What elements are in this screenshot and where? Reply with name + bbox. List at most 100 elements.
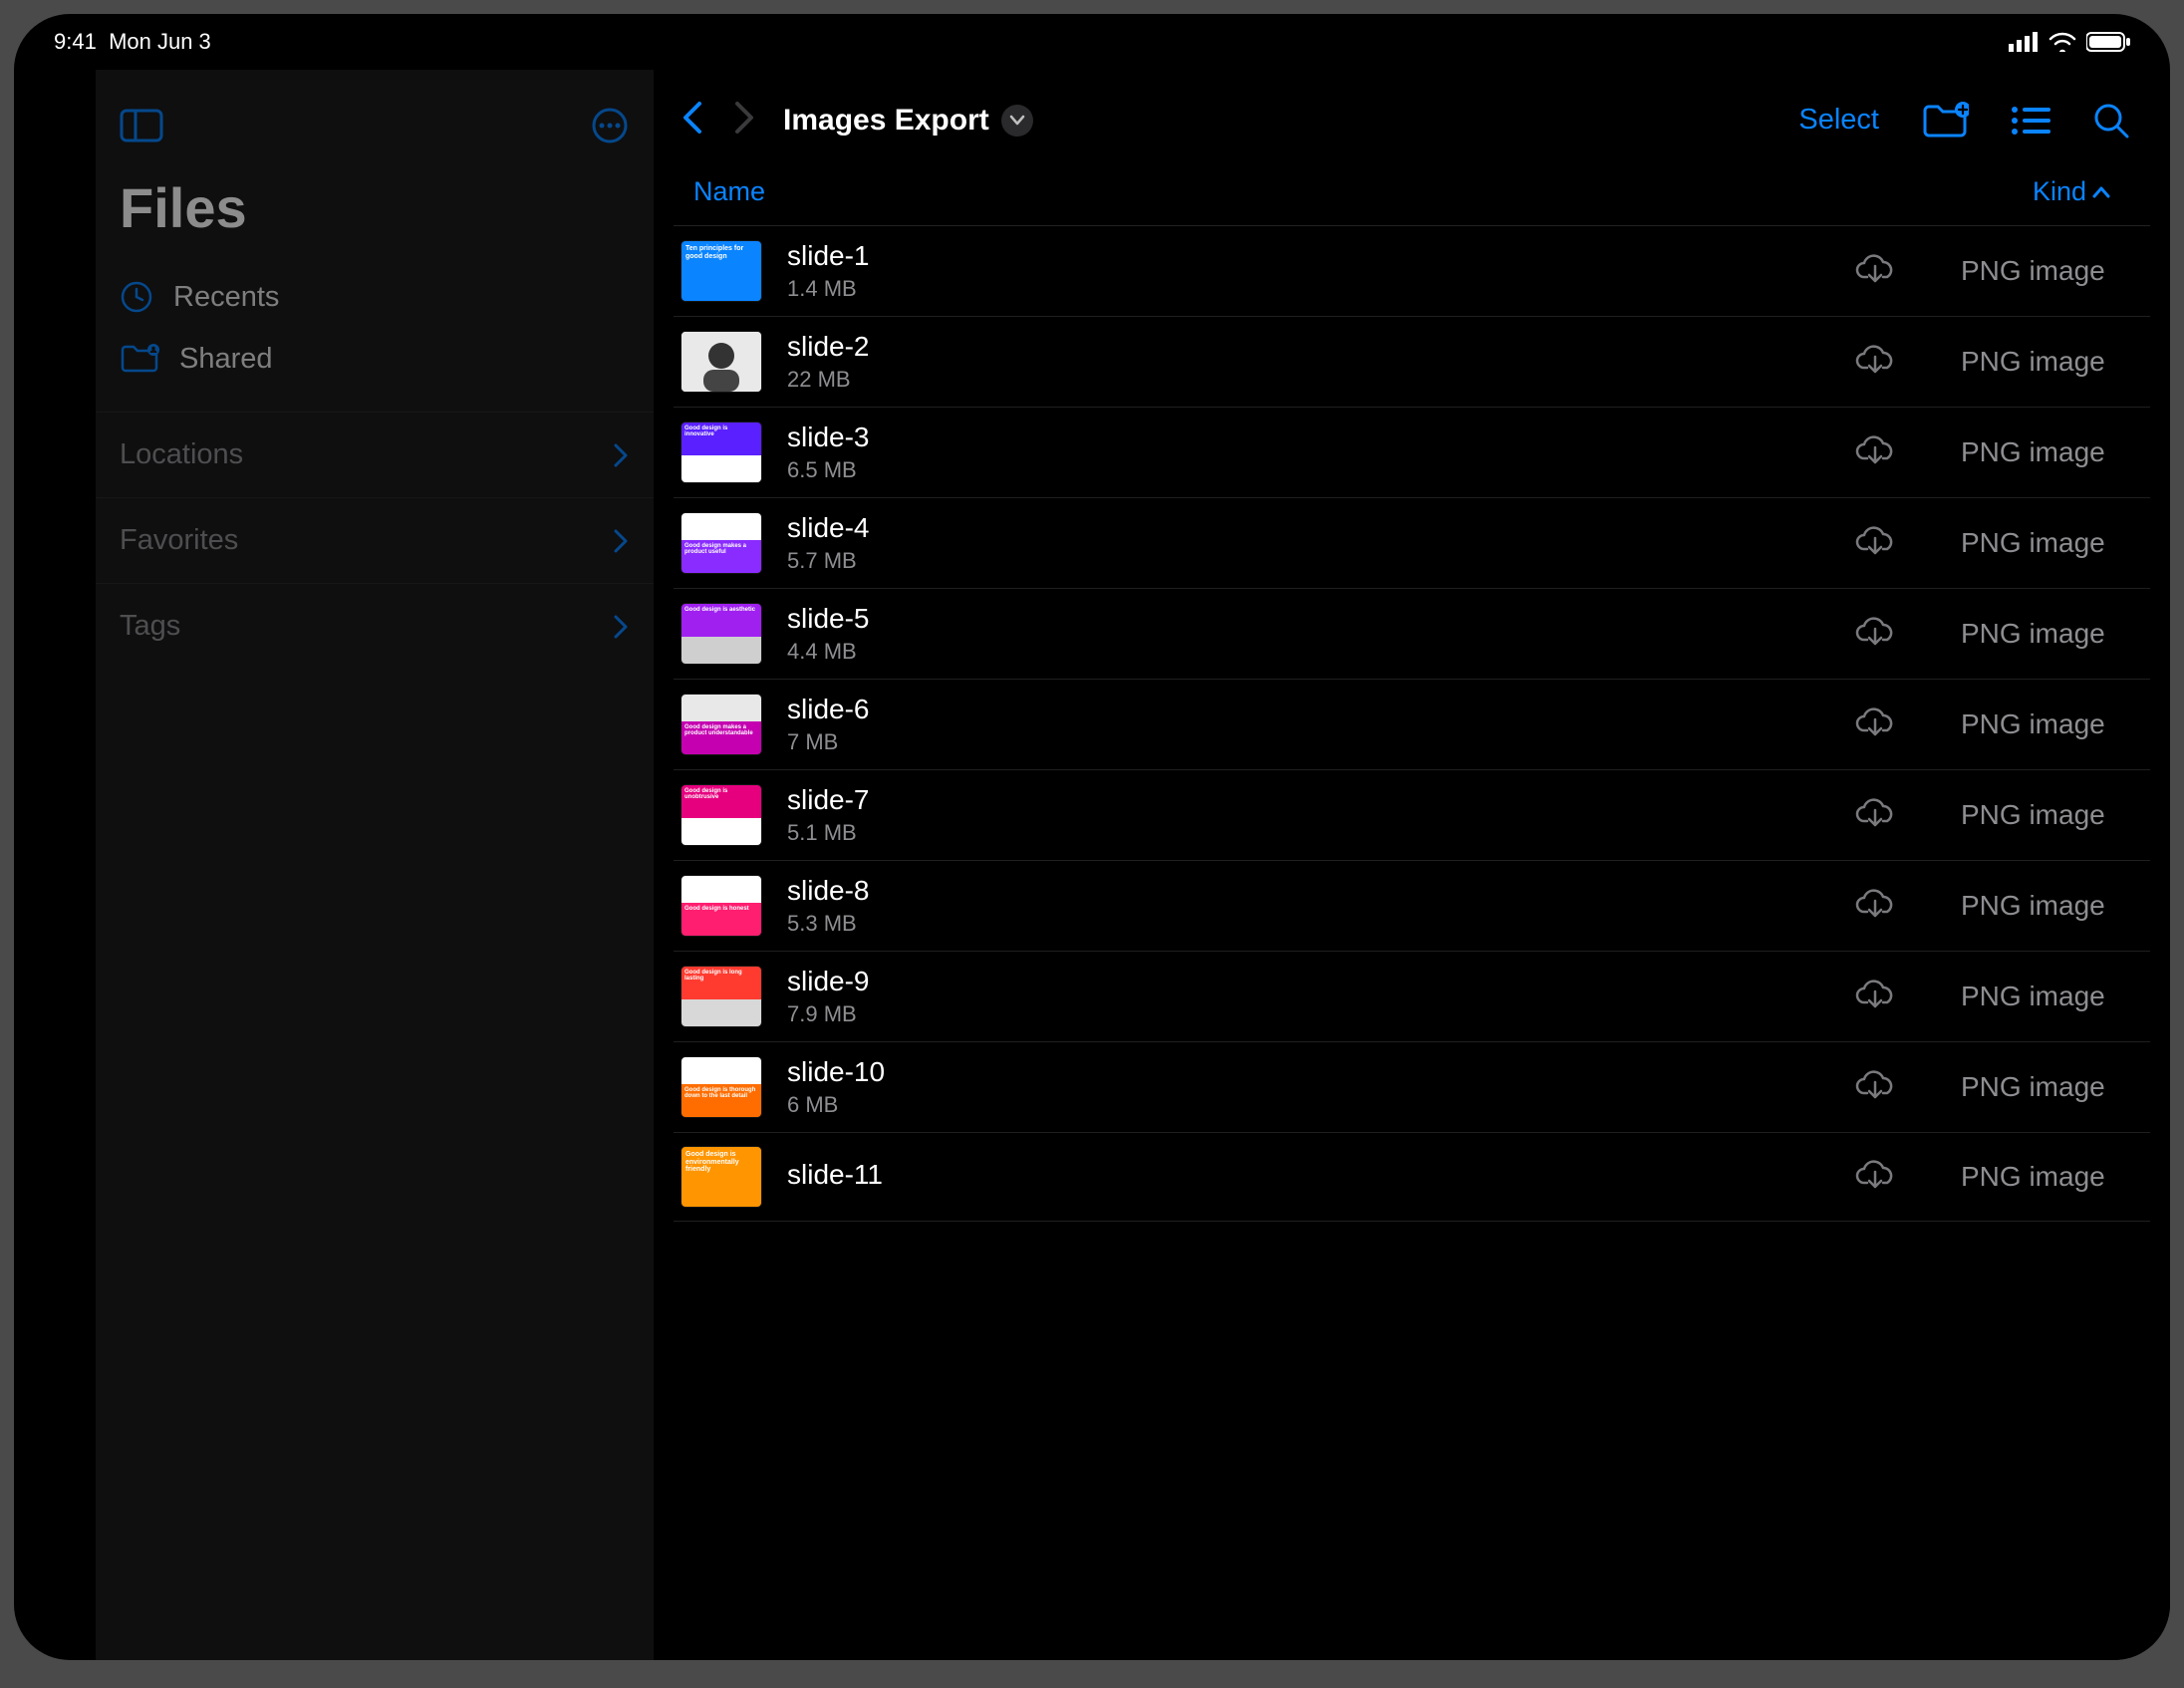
select-button[interactable]: Select xyxy=(1798,104,1879,137)
file-size: 5.1 MB xyxy=(787,820,1829,846)
file-name: slide-2 xyxy=(787,331,1829,363)
file-size: 5.7 MB xyxy=(787,548,1829,574)
file-row[interactable]: Good design is innovative slide-3 6.5 MB PN… xyxy=(674,408,2150,498)
list-header: Name Kind xyxy=(674,176,2150,226)
file-row[interactable]: Good design is long lastingslide-97.9 MB… xyxy=(674,952,2150,1042)
download-cloud-icon[interactable] xyxy=(1855,1069,1895,1106)
statusbar: 9:41 Mon Jun 3 xyxy=(14,14,2170,70)
file-kind: PNG image xyxy=(1961,436,2130,468)
file-row[interactable]: Good design makes a product understandab… xyxy=(674,680,2150,770)
folder-title-label: Images Export xyxy=(783,104,989,138)
cellular-icon xyxy=(2009,32,2039,52)
status-date: Mon Jun 3 xyxy=(109,29,211,54)
sidebar-collapse-icon[interactable] xyxy=(120,109,163,142)
shared-folder-icon xyxy=(120,342,159,376)
file-row[interactable]: Good design is environmentally friendlys… xyxy=(674,1133,2150,1222)
sort-asc-icon xyxy=(2092,185,2110,199)
sidebar: Files Recents Shared Locations Favorites… xyxy=(96,70,654,1660)
file-kind: PNG image xyxy=(1961,1161,2130,1193)
file-meta: slide-67 MB xyxy=(787,694,1829,755)
file-meta: slide-1 1.4 MB xyxy=(787,240,1829,302)
download-cloud-icon[interactable] xyxy=(1855,344,1895,381)
new-folder-button[interactable] xyxy=(1921,102,1969,140)
file-size: 1.4 MB xyxy=(787,276,1829,302)
sidebar-section-locations[interactable]: Locations xyxy=(96,412,654,497)
file-thumbnail: Good design is unobtrusive xyxy=(682,785,761,845)
wifi-icon xyxy=(2048,32,2076,52)
chevron-right-icon xyxy=(612,613,630,641)
file-row[interactable]: Good design is unobtrusiveslide-75.1 MBP… xyxy=(674,770,2150,861)
download-cloud-icon[interactable] xyxy=(1855,616,1895,653)
column-name[interactable]: Name xyxy=(693,176,765,207)
file-thumbnail: Good design is innovative xyxy=(682,422,761,482)
folder-title[interactable]: Images Export xyxy=(783,104,1033,138)
file-thumbnail: Good design is honest xyxy=(682,876,761,936)
file-size: 6.5 MB xyxy=(787,457,1829,483)
file-row[interactable]: Good design is thorough down to the last… xyxy=(674,1042,2150,1133)
nav-forward-button xyxy=(723,98,763,142)
status-time: 9:41 xyxy=(54,29,97,54)
file-row[interactable]: Good design makes a product useful slide-… xyxy=(674,498,2150,589)
column-kind[interactable]: Kind xyxy=(2033,176,2110,207)
file-row[interactable]: Ten principles for good design slide-1 1.4… xyxy=(674,226,2150,317)
status-right xyxy=(2009,32,2130,52)
download-cloud-icon[interactable] xyxy=(1855,888,1895,925)
sidebar-item-shared[interactable]: Shared xyxy=(96,328,654,390)
file-size: 6 MB xyxy=(787,1092,1829,1118)
file-name: slide-3 xyxy=(787,422,1829,453)
status-left: 9:41 Mon Jun 3 xyxy=(54,29,211,55)
file-name: slide-1 xyxy=(787,240,1829,272)
file-size: 4.4 MB xyxy=(787,639,1829,665)
sidebar-more-icon[interactable] xyxy=(590,106,630,145)
file-thumbnail xyxy=(682,332,761,392)
file-row[interactable]: slide-222 MBPNG image xyxy=(674,317,2150,408)
file-kind: PNG image xyxy=(1961,527,2130,559)
chevron-right-icon xyxy=(612,527,630,555)
sidebar-item-recents[interactable]: Recents xyxy=(96,266,654,328)
sidebar-section-label: Locations xyxy=(120,438,243,471)
file-thumbnail: Good design is aesthetic xyxy=(682,604,761,664)
sidebar-section-favorites[interactable]: Favorites xyxy=(96,497,654,583)
file-meta: slide-106 MB xyxy=(787,1056,1829,1118)
download-cloud-icon[interactable] xyxy=(1855,1159,1895,1196)
file-name: slide-11 xyxy=(787,1159,1829,1191)
download-cloud-icon[interactable] xyxy=(1855,434,1895,471)
file-name: slide-6 xyxy=(787,694,1829,725)
file-kind: PNG image xyxy=(1961,890,2130,922)
file-meta: slide-85.3 MB xyxy=(787,875,1829,937)
file-meta: slide-97.9 MB xyxy=(787,966,1829,1027)
chevron-down-icon xyxy=(1001,105,1033,137)
main-content: Images Export Select xyxy=(654,70,2170,1660)
list-view-button[interactable] xyxy=(2011,105,2050,137)
file-kind: PNG image xyxy=(1961,618,2130,650)
file-name: slide-9 xyxy=(787,966,1829,997)
file-meta: slide-3 6.5 MB xyxy=(787,422,1829,483)
file-size: 5.3 MB xyxy=(787,911,1829,937)
chevron-right-icon xyxy=(612,441,630,469)
file-meta: slide-45.7 MB xyxy=(787,512,1829,574)
sidebar-item-label: Shared xyxy=(179,343,273,376)
file-kind: PNG image xyxy=(1961,255,2130,287)
file-row[interactable]: Good design is honest slide-85.3 MB PNG im… xyxy=(674,861,2150,952)
file-kind: PNG image xyxy=(1961,708,2130,740)
sidebar-section-tags[interactable]: Tags xyxy=(96,583,654,669)
battery-icon xyxy=(2086,32,2130,52)
download-cloud-icon[interactable] xyxy=(1855,797,1895,834)
download-cloud-icon[interactable] xyxy=(1855,706,1895,743)
file-size: 22 MB xyxy=(787,367,1829,393)
search-button[interactable] xyxy=(2092,102,2130,140)
file-meta: slide-54.4 MB xyxy=(787,603,1829,665)
file-name: slide-7 xyxy=(787,784,1829,816)
file-meta: slide-7 5.1 MB xyxy=(787,784,1829,846)
file-kind: PNG image xyxy=(1961,1071,2130,1103)
file-row[interactable]: Good design is aesthetic slide-54.4 MB PNG… xyxy=(674,589,2150,680)
file-thumbnail: Ten principles for good design xyxy=(682,241,761,301)
download-cloud-icon[interactable] xyxy=(1855,979,1895,1015)
file-list[interactable]: Ten principles for good design slide-1 1.4… xyxy=(654,226,2170,1660)
download-cloud-icon[interactable] xyxy=(1855,525,1895,562)
file-thumbnail: Good design makes a product useful xyxy=(682,513,761,573)
sidebar-section-label: Favorites xyxy=(120,524,238,557)
download-cloud-icon[interactable] xyxy=(1855,253,1895,290)
nav-back-button[interactable] xyxy=(674,98,713,142)
file-thumbnail: Good design is thorough down to the last… xyxy=(682,1057,761,1117)
